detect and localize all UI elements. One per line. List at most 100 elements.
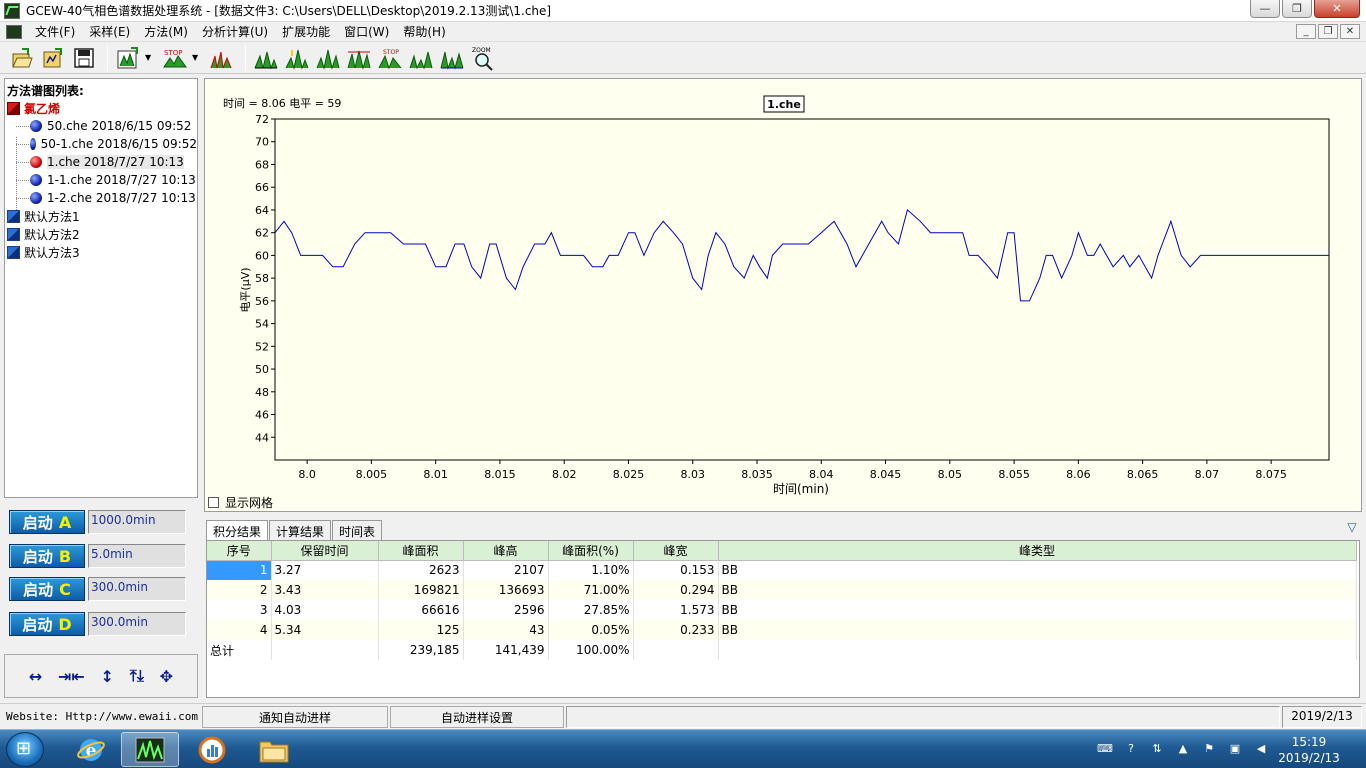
cell-peak-area[interactable]: 2623	[378, 560, 464, 580]
chevron-down-icon[interactable]: ▼	[192, 53, 202, 62]
cell-peak-height[interactable]: 43	[463, 620, 549, 640]
help-icon[interactable]: ?	[1123, 742, 1139, 758]
minimize-button[interactable]: —	[1250, 0, 1280, 18]
cell-retention-time[interactable]: 3.43	[271, 580, 379, 600]
start-d-duration[interactable]: 300.0min	[88, 612, 186, 636]
close-button[interactable]: ✕	[1314, 0, 1360, 18]
table-row[interactable]: 1 3.27 2623 2107 1.10% 0.153 BB	[207, 560, 1357, 580]
flag-icon[interactable]: ⚑	[1201, 742, 1217, 758]
cell-peak-width[interactable]: 1.573	[633, 600, 719, 620]
tree-file-item[interactable]: 1-2.che 2018/7/27 10:13	[5, 189, 197, 207]
cell-peak-height[interactable]: 2107	[463, 560, 549, 580]
start-b-button[interactable]: 启动 B	[9, 544, 85, 568]
gc-app-taskbar-button[interactable]	[121, 732, 179, 767]
restore-button[interactable]: ❐	[1282, 0, 1312, 18]
clock[interactable]: 15:19 2019/2/13	[1274, 734, 1344, 766]
shrink-horizontal-icon[interactable]: ⇥⇤	[58, 667, 85, 686]
tree-root-vinyl-chloride[interactable]: 氯乙烯	[5, 99, 197, 117]
tab-integration-results[interactable]: 积分结果	[206, 520, 269, 540]
cell-index[interactable]: 3	[207, 600, 272, 620]
integrate-4-icon[interactable]	[345, 44, 373, 72]
start-a-duration[interactable]: 1000.0min	[88, 510, 186, 534]
col-peak-height[interactable]: 峰高	[463, 541, 549, 561]
notify-autosampler-button[interactable]: 通知自动进样	[202, 706, 388, 728]
zoom-icon[interactable]: ZOOM	[469, 44, 497, 72]
cell-peak-type[interactable]: BB	[718, 580, 1357, 600]
expand-horizontal-icon[interactable]: ↔	[29, 667, 42, 686]
tree-file-item[interactable]: 50-1.che 2018/6/15 09:52	[5, 135, 197, 153]
cell-index[interactable]: 4	[207, 620, 272, 640]
tree-method-item[interactable]: 默认方法2	[5, 225, 197, 243]
menu-sample[interactable]: 采样(E)	[82, 23, 137, 40]
network-icon[interactable]: ▣	[1227, 742, 1243, 758]
cell-area-percent[interactable]: 1.10%	[548, 560, 634, 580]
tree-file-item[interactable]: 50.che 2018/6/15 09:52	[5, 117, 197, 135]
table-total-row[interactable]: 总计 239,185 141,439 100.00%	[207, 640, 1357, 660]
col-peak-width[interactable]: 峰宽	[633, 541, 719, 561]
cell-peak-area[interactable]: 125	[378, 620, 464, 640]
save-data-icon[interactable]	[70, 44, 98, 72]
table-row[interactable]: 2 3.43 169821 136693 71.00% 0.294 BB	[207, 580, 1357, 600]
stop-integrate-icon[interactable]: STOP	[376, 44, 404, 72]
collapse-icon[interactable]: ▽	[1344, 520, 1360, 534]
cell-peak-height[interactable]: 136693	[463, 580, 549, 600]
cell-peak-type[interactable]: BB	[718, 620, 1357, 640]
tree-method-item[interactable]: 默认方法3	[5, 243, 197, 261]
integrate-2-icon[interactable]	[283, 44, 311, 72]
integrate-3-icon[interactable]	[314, 44, 342, 72]
menu-extensions[interactable]: 扩展功能	[275, 23, 337, 40]
start-a-button[interactable]: 启动 A	[9, 510, 85, 534]
peaks-2-icon[interactable]	[438, 44, 466, 72]
open-icon[interactable]	[8, 44, 36, 72]
checkbox-box[interactable]	[208, 497, 219, 508]
menu-analysis[interactable]: 分析计算(U)	[195, 23, 275, 40]
chevron-up-icon[interactable]: ▲	[1175, 742, 1191, 758]
cell-peak-area[interactable]: 169821	[378, 580, 464, 600]
col-peak-type[interactable]: 峰类型	[718, 541, 1357, 561]
menu-window[interactable]: 窗口(W)	[337, 23, 396, 40]
sync-icon[interactable]: ⇅	[1149, 742, 1165, 758]
doc-close-button[interactable]: ✕	[1340, 24, 1360, 39]
document-icon[interactable]	[6, 24, 22, 39]
cell-peak-height[interactable]: 2596	[463, 600, 549, 620]
show-grid-checkbox[interactable]: 显示网格	[208, 494, 273, 511]
gauge-app-taskbar-button[interactable]	[183, 732, 241, 767]
cell-peak-width[interactable]: 0.294	[633, 580, 719, 600]
integrate-1-icon[interactable]	[252, 44, 280, 72]
col-area-percent[interactable]: 峰面积(%)	[548, 541, 634, 561]
cell-peak-width[interactable]: 0.233	[633, 620, 719, 640]
import-chart-icon[interactable]	[114, 44, 142, 72]
cell-area-percent[interactable]: 71.00%	[548, 580, 634, 600]
cell-index[interactable]: 1	[207, 560, 272, 580]
shrink-vertical-icon[interactable]: ⤒⤓	[130, 666, 144, 686]
start-c-button[interactable]: 启动 C	[9, 577, 85, 601]
start-b-duration[interactable]: 5.0min	[88, 544, 186, 568]
move-icon[interactable]: ✥	[160, 667, 173, 686]
cell-area-percent[interactable]: 27.85%	[548, 600, 634, 620]
cell-peak-area[interactable]: 66616	[378, 600, 464, 620]
table-row[interactable]: 3 4.03 66616 2596 27.85% 1.573 BB	[207, 600, 1357, 620]
ie-taskbar-button[interactable]: e	[62, 732, 120, 767]
cell-retention-time[interactable]: 4.03	[271, 600, 379, 620]
menu-file[interactable]: 文件(F)	[28, 23, 82, 40]
table-row[interactable]: 4 5.34 125 43 0.05% 0.233 BB	[207, 620, 1357, 640]
doc-minimize-button[interactable]: _	[1296, 24, 1316, 39]
tree-file-item-active[interactable]: 1.che 2018/7/27 10:13	[5, 153, 197, 171]
cell-retention-time[interactable]: 3.27	[271, 560, 379, 580]
volume-icon[interactable]: ◀	[1253, 742, 1269, 758]
peak-chart-icon[interactable]	[208, 44, 236, 72]
col-retention-time[interactable]: 保留时间	[271, 541, 379, 561]
tab-calculation-results[interactable]: 计算结果	[269, 520, 332, 540]
tree-file-item[interactable]: 1-1.che 2018/7/27 10:13	[5, 171, 197, 189]
keyboard-icon[interactable]: ⌨	[1097, 742, 1113, 758]
autosampler-settings-button[interactable]: 自动进样设置	[390, 706, 564, 728]
cell-peak-type[interactable]: BB	[718, 560, 1357, 580]
menu-method[interactable]: 方法(M)	[137, 23, 195, 40]
cell-peak-type[interactable]: BB	[718, 600, 1357, 620]
col-peak-area[interactable]: 峰面积	[378, 541, 464, 561]
cell-area-percent[interactable]: 0.05%	[548, 620, 634, 640]
chromatogram-chart[interactable]: 时间 = 8.06 电平 = 59 1.che 44 46 48 50 52 54 56 58…	[205, 79, 1361, 511]
peaks-icon[interactable]	[407, 44, 435, 72]
explorer-taskbar-button[interactable]	[245, 732, 303, 767]
doc-restore-button[interactable]: ❐	[1318, 24, 1338, 39]
